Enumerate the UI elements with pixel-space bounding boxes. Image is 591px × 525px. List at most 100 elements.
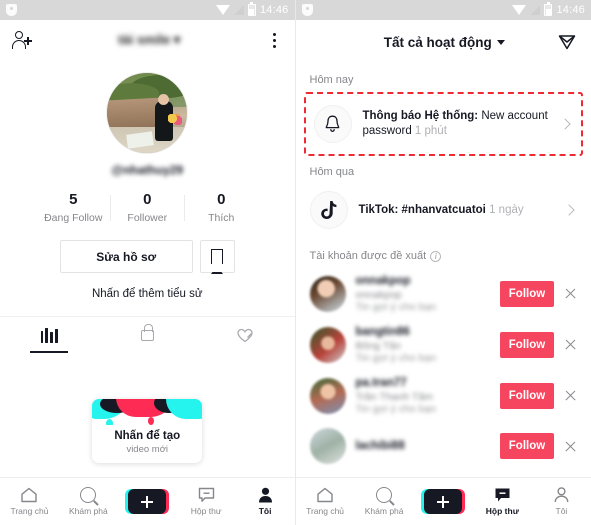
heart-liked-hidden-icon: [237, 328, 254, 343]
account-name: onnakpop: [355, 275, 411, 287]
account-sub: Bông Tân: [355, 340, 401, 352]
activity-filter-dropdown[interactable]: Tất cả hoạt động: [310, 35, 558, 50]
section-suggested-label: Tài khoản được đề xuất i: [296, 236, 591, 268]
follow-button[interactable]: Follow: [500, 382, 554, 409]
list-item[interactable]: onnakpop onnakpop Tin gợi ý cho bạn Foll…: [296, 268, 591, 319]
signal-icon: [233, 5, 244, 15]
create-video-card[interactable]: Nhấn để tạo video mới: [92, 399, 203, 463]
list-item[interactable]: lachibi88 Follow: [296, 421, 591, 471]
bell-avatar: [313, 105, 352, 143]
avatar[interactable]: [106, 72, 189, 154]
shield-icon: [301, 4, 313, 16]
page-title[interactable]: tài smile ▾: [32, 32, 267, 48]
kebab-menu-icon[interactable]: [267, 32, 283, 48]
stat-likes[interactable]: 0 Thích: [184, 191, 258, 224]
list-item[interactable]: bangtin86 Bông Tân Tin gợi ý cho bạn Fol…: [296, 319, 591, 370]
create-card-artwork: [92, 399, 203, 425]
notification-title-bold: Thông báo Hệ thống:: [362, 110, 479, 122]
nav-discover[interactable]: Khám phá: [355, 487, 414, 516]
stat-label: Thích: [208, 212, 235, 224]
tab-posts[interactable]: [0, 317, 98, 353]
bookmark-button[interactable]: [199, 240, 235, 274]
nav-label: Khám phá: [68, 506, 108, 516]
follow-button[interactable]: Follow: [500, 280, 554, 307]
activity-filter-label: Tất cả hoạt động: [383, 34, 492, 50]
inbox-icon: [198, 487, 215, 503]
account-info: pa.tran77 Trần Thanh Tâm Tin gợi ý cho b…: [355, 377, 491, 415]
notification-text: Thông báo Hệ thống: New account password…: [363, 109, 551, 139]
stat-followers[interactable]: 0 Follower: [110, 191, 184, 224]
home-icon: [316, 487, 334, 503]
notification-text: TikTok: #nhanvatcuatoi 1 ngày: [359, 203, 555, 218]
add-user-icon[interactable]: [12, 30, 32, 50]
avatar[interactable]: [309, 275, 346, 312]
profile-handle: @nhathuy29: [111, 163, 184, 177]
account-reason: Tin gợi ý cho bạn: [355, 403, 437, 415]
create-card-title: Nhấn để tạo: [114, 430, 181, 442]
bottom-nav-left: Trang chủ Khám phá Hộp thư Tôi: [0, 477, 295, 525]
tab-liked[interactable]: [196, 317, 294, 353]
info-icon[interactable]: i: [430, 250, 442, 262]
close-icon[interactable]: [564, 338, 577, 351]
account-sub: Trần Thanh Tâm: [355, 391, 433, 403]
follow-button[interactable]: Follow: [500, 331, 554, 358]
nav-discover[interactable]: Khám phá: [59, 487, 118, 516]
stat-label: Follower: [127, 212, 168, 224]
highlight-box-system-notification: Thông báo Hệ thống: New account password…: [303, 92, 583, 156]
status-bar-right: 14:46: [295, 0, 591, 20]
close-icon[interactable]: [564, 440, 577, 453]
nav-profile[interactable]: Tôi: [236, 487, 295, 516]
right-screen-inbox: 14:46 Tất cả hoạt động Hôm nay Thông báo…: [295, 0, 591, 525]
dual-screenshot-container: 14:46 tài smile ▾ @nhathuy29 5 Đang Foll…: [0, 0, 591, 525]
nav-create[interactable]: [118, 489, 177, 514]
account-info: bangtin86 Bông Tân Tin gợi ý cho bạn: [355, 326, 491, 364]
status-time: 14:46: [259, 4, 289, 16]
search-icon: [376, 487, 393, 503]
nav-home[interactable]: Trang chủ: [0, 487, 59, 516]
nav-label: Tôi: [555, 506, 568, 516]
notification-item-system[interactable]: Thông báo Hệ thống: New account password…: [308, 98, 580, 150]
nav-home[interactable]: Trang chủ: [296, 487, 355, 516]
stat-value: 0: [217, 191, 226, 208]
avatar[interactable]: [309, 377, 346, 414]
status-time: 14:46: [556, 4, 585, 16]
create-plus-icon: [421, 489, 466, 514]
edit-profile-button[interactable]: Sửa hồ sơ: [59, 240, 193, 273]
shield-icon: [6, 4, 17, 16]
close-icon[interactable]: [564, 287, 577, 300]
bookmark-icon: [210, 249, 224, 274]
account-reason: Tin gợi ý cho bạn: [355, 301, 437, 313]
nav-label: Hộp thư: [190, 506, 222, 516]
chevron-down-icon: [496, 39, 505, 45]
notification-item-tiktok[interactable]: TikTok: #nhanvatcuatoi 1 ngày: [296, 184, 591, 236]
suggested-label-text: Tài khoản được đề xuất: [309, 250, 427, 262]
chevron-right-icon[interactable]: [559, 118, 571, 130]
list-item[interactable]: pa.tran77 Trần Thanh Tâm Tin gợi ý cho b…: [296, 370, 591, 421]
nav-label: Trang chủ: [10, 506, 49, 516]
nav-profile[interactable]: Tôi: [532, 487, 591, 516]
chevron-right-icon[interactable]: [563, 204, 575, 216]
avatar[interactable]: [309, 428, 346, 464]
tiktok-note-icon: [319, 200, 338, 220]
send-message-icon[interactable]: [557, 32, 577, 52]
avatar[interactable]: [309, 326, 346, 363]
bio-prompt[interactable]: Nhấn để thêm tiểu sử: [92, 288, 203, 300]
tab-private[interactable]: [98, 317, 196, 353]
follow-button[interactable]: Follow: [500, 433, 554, 459]
status-right-icons: 14:46: [215, 2, 289, 16]
bell-icon: [324, 115, 341, 133]
status-left-icons: [6, 4, 17, 16]
grid-posts-icon: [40, 327, 58, 343]
nav-create[interactable]: [414, 489, 473, 514]
stat-following[interactable]: 5 Đang Follow: [36, 191, 110, 224]
create-plus-icon: [125, 489, 170, 514]
inbox-icon: [494, 487, 511, 503]
profile-person-icon: [258, 487, 273, 503]
wifi-icon: [512, 5, 527, 15]
profile-tabs: [0, 316, 295, 353]
close-icon[interactable]: [564, 389, 577, 402]
nav-inbox[interactable]: Hộp thư: [473, 487, 532, 516]
battery-icon: [544, 2, 553, 16]
nav-inbox[interactable]: Hộp thư: [177, 487, 236, 516]
inbox-header-bar: Tất cả hoạt động: [296, 20, 591, 64]
